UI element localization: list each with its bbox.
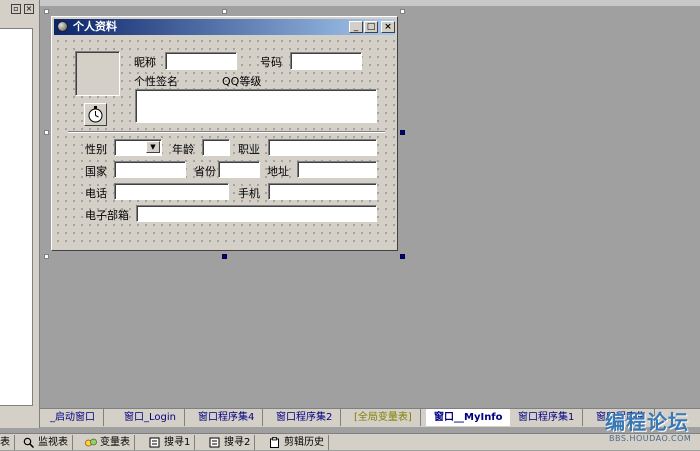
nickname-input[interactable] <box>166 53 236 69</box>
magnifier-icon <box>23 437 35 449</box>
province-field[interactable] <box>218 161 260 178</box>
nickname-field[interactable] <box>165 52 237 70</box>
tab-variables-label: 变量表 <box>100 437 130 448</box>
tab-clip-history[interactable]: 剪辑历史 <box>266 435 329 450</box>
resize-handle-bottom-right[interactable] <box>400 254 405 259</box>
age-label: 年龄 <box>172 143 194 156</box>
mobile-input[interactable] <box>269 184 376 199</box>
canvas-top-strip <box>40 0 700 6</box>
close-button[interactable]: × <box>381 21 395 33</box>
avatar-image[interactable] <box>75 51 120 96</box>
section-divider <box>68 131 385 133</box>
resize-handle-top-left[interactable] <box>44 9 49 14</box>
app-icon <box>57 21 68 32</box>
tab-startup-window[interactable]: _启动窗口 <box>42 409 104 426</box>
gender-label: 性别 <box>85 143 107 156</box>
phone-field[interactable] <box>114 183 229 200</box>
occupation-input[interactable] <box>269 140 376 155</box>
email-input[interactable] <box>137 206 376 221</box>
resize-handle-right[interactable] <box>400 130 405 135</box>
occupation-label: 职业 <box>238 143 260 156</box>
qq-level-label: QQ等级 <box>222 75 262 88</box>
left-panel-caption: ▫ × <box>0 4 40 18</box>
tab-program-set-2[interactable]: 窗口程序集2 <box>268 409 342 426</box>
tab-watch-label: 监视表 <box>38 437 68 448</box>
tab-watch[interactable]: 监视表 <box>20 435 73 450</box>
tab-program-set-1[interactable]: 窗口程序集1 <box>510 409 584 426</box>
mobile-field[interactable] <box>268 183 377 200</box>
resize-handle-bottom-left[interactable] <box>44 254 49 259</box>
bottom-panel-tabs: 表 监视表 变量表 搜寻1 搜寻2 剪辑历史 <box>0 433 700 450</box>
stopwatch-icon <box>88 106 103 123</box>
occupation-field[interactable] <box>268 139 377 156</box>
tab-variables[interactable]: 变量表 <box>82 435 135 450</box>
clipboard-icon <box>269 437 280 448</box>
resize-handle-left[interactable] <box>44 130 49 135</box>
mobile-label: 手机 <box>238 187 260 200</box>
tab-search-2[interactable]: 搜寻2 <box>206 435 256 450</box>
signature-textarea[interactable] <box>136 90 376 122</box>
resize-handle-top[interactable] <box>222 9 227 14</box>
timer-control[interactable] <box>84 103 107 126</box>
tab-table-label: 表 <box>0 437 10 448</box>
number-label: 号码 <box>260 56 282 69</box>
chevron-down-icon[interactable]: ▼ <box>146 141 160 153</box>
gender-select[interactable]: ▼ <box>114 139 162 156</box>
resize-handle-bottom[interactable] <box>222 254 227 259</box>
number-input[interactable] <box>291 53 361 69</box>
country-label: 国家 <box>85 165 107 178</box>
email-label: 电子部箱 <box>85 209 129 222</box>
window-tabs-bar: _启动窗口 窗口_Login 窗口程序集4 窗口程序集2 [全局变量表] 窗口_… <box>40 408 700 427</box>
tab-global-variables[interactable]: [全局变量表] <box>346 409 421 426</box>
tab-window-myinfo[interactable]: 窗口__MyInfo <box>426 409 512 426</box>
title-bar[interactable]: 个人资料 _ □ × <box>54 19 395 35</box>
minimize-button[interactable]: _ <box>349 21 363 33</box>
address-label: 地址 <box>267 165 289 178</box>
tab-window-login[interactable]: 窗口_Login <box>116 409 185 426</box>
country-field[interactable] <box>114 161 186 178</box>
province-input[interactable] <box>219 162 259 177</box>
forum-watermark: 编程论坛 BBS.HOUDAO.COM <box>605 411 700 449</box>
country-input[interactable] <box>115 162 185 177</box>
signature-label: 个性签名 <box>134 75 178 88</box>
search-result-icon <box>149 437 160 448</box>
form-window-myinfo[interactable]: 个人资料 _ □ × 昵称 号码 个性签名 QQ等级 性别 ▼ 年龄 职业 国家… <box>51 16 398 251</box>
watermark-url: BBS.HOUDAO.COM <box>609 434 692 443</box>
window-title: 个人资料 <box>73 20 117 33</box>
age-field[interactable] <box>202 139 230 156</box>
nickname-label: 昵称 <box>134 56 156 69</box>
phone-input[interactable] <box>115 184 228 199</box>
maximize-button[interactable]: □ <box>364 21 378 33</box>
tab-clip-history-label: 剪辑历史 <box>284 437 324 448</box>
search-result-icon <box>209 437 220 448</box>
address-input[interactable] <box>298 162 376 177</box>
tab-search-1-label: 搜寻1 <box>164 437 191 448</box>
number-field[interactable] <box>290 52 362 70</box>
left-dock-panel: ▫ × <box>0 0 40 428</box>
form-client-area: 昵称 号码 个性签名 QQ等级 性别 ▼ 年龄 职业 国家 省份 地址 电话 手… <box>54 37 395 248</box>
watermark-logo-text: 编程论坛 <box>605 410 689 434</box>
email-field[interactable] <box>136 205 377 222</box>
tab-search-2-label: 搜寻2 <box>224 437 251 448</box>
tab-program-set-4[interactable]: 窗口程序集4 <box>190 409 264 426</box>
tab-table[interactable]: 表 <box>0 435 15 450</box>
signature-field[interactable] <box>135 89 377 123</box>
phone-label: 电话 <box>85 187 107 200</box>
variables-icon <box>85 437 97 448</box>
province-label: 省份 <box>194 165 216 178</box>
left-panel-list[interactable] <box>0 28 33 406</box>
panel-close-button[interactable]: × <box>24 4 34 14</box>
age-input[interactable] <box>203 140 229 155</box>
tab-search-1[interactable]: 搜寻1 <box>146 435 196 450</box>
panel-restore-button[interactable]: ▫ <box>11 4 21 14</box>
resize-handle-top-right[interactable] <box>400 9 405 14</box>
address-field[interactable] <box>297 161 377 178</box>
